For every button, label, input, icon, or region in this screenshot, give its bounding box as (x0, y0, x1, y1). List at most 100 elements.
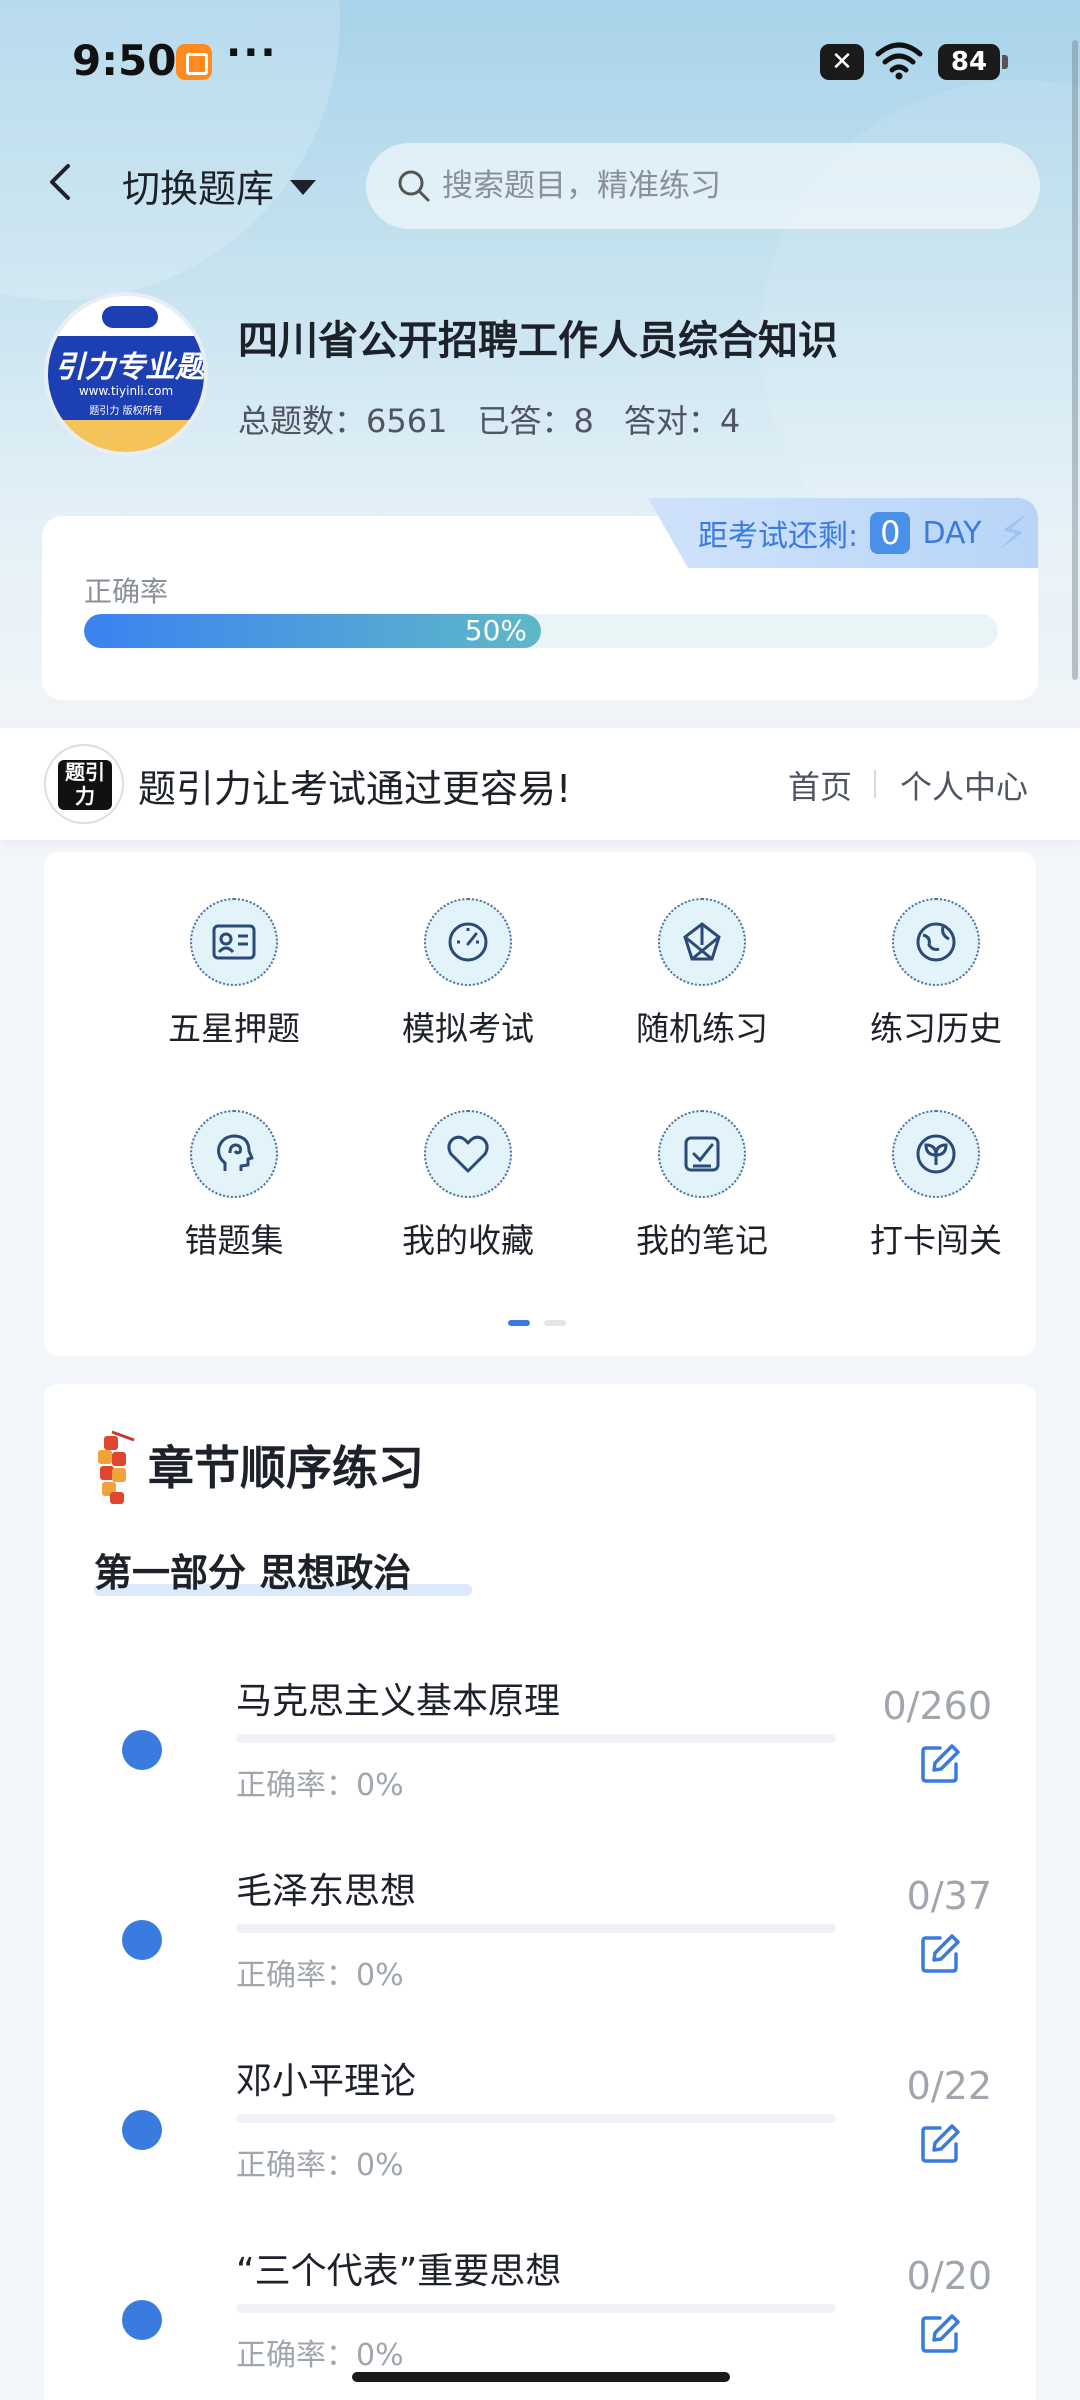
edit-icon[interactable] (918, 1742, 962, 1786)
link-divider (874, 770, 876, 798)
chapter-name: 马克思主义基本原理 (236, 1681, 561, 1722)
accuracy-percent: 50% (464, 614, 527, 647)
chapter-practice-card: 章节顺序练习 第一部分 思想政治 马克思主义基本原理 正确率：0% 0/260 … (44, 1384, 1036, 2400)
menu-item-checkin[interactable]: 打卡闯关 (836, 1110, 1036, 1262)
menu-item-notes[interactable]: 我的笔记 (602, 1110, 802, 1262)
countdown-prefix: 距考试还剩: (698, 519, 859, 554)
course-stats: 总题数：6561 已答：8 答对：4 (238, 396, 740, 442)
chapter-row[interactable]: 马克思主义基本原理 正确率：0% 0/260 (44, 1672, 1036, 1862)
edit-icon[interactable] (918, 2312, 962, 2356)
chapter-section-title: 章节顺序练习 (148, 1441, 424, 1495)
logo-sub: 题引力 版权所有 (89, 406, 163, 417)
chapter-count: 0/20 (906, 2254, 992, 2298)
chapter-progress-track (236, 2114, 836, 2123)
switch-bank-dropdown[interactable]: 切换题库 (122, 158, 317, 213)
logo-top-mark (102, 306, 158, 328)
edit-icon[interactable] (918, 1932, 962, 1976)
slogan-text: 题引力让考试通过更容易! (138, 767, 572, 811)
part-title: 第一部分 思想政治 (94, 1551, 412, 1595)
menu-label: 模拟考试 (402, 1009, 534, 1048)
chapter-name: 毛泽东思想 (236, 1871, 417, 1912)
personal-center-link[interactable]: 个人中心 (900, 762, 1028, 808)
logo-text: 引力专业题 (55, 350, 205, 385)
accuracy-card: 距考试还剩: 0 DAY ⚡ 正确率 50% (42, 498, 1038, 700)
pager-dot-active[interactable] (508, 1320, 530, 1326)
chapter-count: 0/260 (882, 1684, 992, 1728)
chapter-bullet (122, 2110, 162, 2150)
slogan-bar: 题引力 题引力让考试通过更容易! 首页 个人中心 (0, 728, 1080, 840)
chapter-bullet (122, 1920, 162, 1960)
heart-icon (424, 1110, 512, 1198)
chapter-header: 章节顺序练习 (90, 1422, 424, 1508)
stat-total: 总题数：6561 (238, 402, 448, 440)
scrollbar[interactable] (1072, 40, 1078, 680)
brand-logo-text: 题引力 (58, 760, 112, 810)
menu-item-random-practice[interactable]: 随机练习 (602, 898, 802, 1050)
battery-indicator: 84 (938, 44, 1008, 80)
chapter-row[interactable]: 邓小平理论 正确率：0% 0/22 (44, 2052, 1036, 2242)
chapter-progress-track (236, 2304, 836, 2313)
edit-icon[interactable] (918, 2122, 962, 2166)
pager-dot[interactable] (544, 1320, 566, 1326)
id-card-icon (190, 898, 278, 986)
logo-bottom-band (48, 420, 204, 452)
accuracy-label: 正确率 (84, 575, 169, 608)
firecracker-icon (98, 1430, 135, 1504)
menu-label: 我的笔记 (636, 1221, 768, 1260)
course-title: 四川省公开招聘工作人员综合知识 (238, 318, 838, 364)
caret-down-icon (290, 180, 317, 195)
accuracy-progress-bar: 50% (84, 614, 998, 648)
no-sim-icon: ✕ (820, 44, 864, 80)
menu-label: 五星押题 (168, 1009, 300, 1048)
lightning-icon: ⚡ (997, 507, 1029, 559)
course-logo: 引力专业题 www.tiyinli.com 题引力 版权所有 (44, 292, 208, 456)
chapter-name: 邓小平理论 (236, 2061, 417, 2102)
chapter-bullet (122, 2300, 162, 2340)
shopping-app-icon (176, 44, 212, 80)
chapter-progress-track (236, 1924, 836, 1933)
menu-label: 随机练习 (636, 1009, 768, 1048)
home-link[interactable]: 首页 (788, 762, 852, 808)
chapter-count: 0/37 (906, 1874, 992, 1918)
chapter-name: “三个代表”重要思想 (236, 2251, 562, 2292)
stat-answered: 已答：8 (477, 402, 594, 440)
search-bar[interactable] (366, 143, 1040, 229)
menu-item-wrong-questions[interactable]: 错题集 (134, 1110, 334, 1262)
countdown-unit: DAY (922, 515, 982, 551)
gauge-icon (424, 898, 512, 986)
chapter-row[interactable]: 毛泽东思想 正确率：0% 0/37 (44, 1862, 1036, 2052)
menu-label: 练习历史 (870, 1009, 1002, 1048)
sprout-icon (892, 1110, 980, 1198)
chapter-accuracy: 正确率：0% (236, 1768, 404, 1803)
chapter-row[interactable]: “三个代表”重要思想 正确率：0% 0/20 (44, 2242, 1036, 2372)
home-indicator[interactable] (352, 2372, 730, 2382)
countdown-days: 0 (870, 512, 911, 554)
chapter-accuracy: 正确率：0% (236, 1958, 404, 1993)
status-bar: 9:50 ··· ✕ 84 (0, 0, 1080, 130)
stat-correct: 答对：4 (623, 402, 741, 440)
search-input[interactable] (442, 168, 1002, 204)
menu-item-mock-exam[interactable]: 模拟考试 (368, 898, 568, 1050)
logo-url: www.tiyinli.com (78, 384, 174, 398)
menu-label: 我的收藏 (402, 1221, 534, 1260)
wifi-icon (875, 42, 923, 80)
status-time: 9:50 (72, 36, 177, 85)
menu-grid: 五星押题 模拟考试 随机练习 练习历史 错题集 我的收藏 我的笔记 打卡闯关 (44, 852, 1036, 1356)
menu-item-favorites[interactable]: 我的收藏 (368, 1110, 568, 1262)
accuracy-progress-fill: 50% (84, 614, 541, 648)
network-icon (658, 898, 746, 986)
menu-item-five-star[interactable]: 五星押题 (134, 898, 334, 1050)
menu-label: 错题集 (184, 1221, 284, 1260)
search-icon (398, 170, 430, 202)
menu-label: 打卡闯关 (870, 1221, 1002, 1260)
menu-pager (508, 1320, 566, 1326)
chapter-count: 0/22 (906, 2064, 992, 2108)
head-icon (190, 1110, 278, 1198)
chapter-progress-track (236, 1734, 836, 1743)
note-check-icon (658, 1110, 746, 1198)
brand-logo: 题引力 (44, 744, 124, 824)
globe-icon (892, 898, 980, 986)
chapter-bullet (122, 1730, 162, 1770)
menu-item-history[interactable]: 练习历史 (836, 898, 1036, 1050)
back-arrow-icon[interactable] (40, 160, 84, 204)
